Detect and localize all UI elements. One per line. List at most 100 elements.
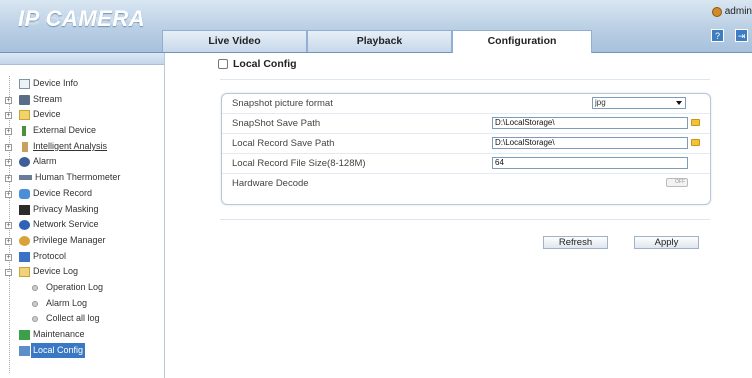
collapse-icon[interactable]: − [5, 269, 12, 277]
sidebar-item-label: Device Record [33, 187, 93, 198]
tab-live-video[interactable]: Live Video [162, 30, 307, 52]
field-label: SnapShot Save Path [232, 118, 321, 129]
sidebar-item-label: Local Config [31, 342, 86, 359]
sidebar-item-operation-log[interactable]: Operation Log [0, 280, 164, 296]
browse-folder-icon[interactable] [691, 139, 700, 146]
log-folder-icon [19, 267, 30, 278]
snapshot-path-input[interactable]: D:\LocalStorage\ [492, 117, 688, 129]
sidebar-item-label: Device Log [33, 266, 79, 277]
record-path-input[interactable]: D:\LocalStorage\ [492, 137, 688, 149]
sidebar-item-stream[interactable]: + Stream [0, 92, 164, 108]
config-tree: Device Info + Stream + Device + External… [0, 76, 164, 373]
sidebar-item-human-thermometer[interactable]: + Human Thermometer [0, 170, 164, 186]
help-icon[interactable]: ? [711, 29, 724, 42]
expand-icon[interactable]: + [5, 253, 12, 261]
sidebar-item-label: Device [33, 109, 61, 120]
sidebar-item-intelligent-analysis[interactable]: + Intelligent Analysis [0, 139, 164, 155]
sidebar-item-label: External Device [33, 125, 97, 136]
local-config-icon [19, 345, 30, 356]
snapshot-format-select[interactable]: jpg [592, 97, 686, 109]
row-snapshot-format: Snapshot picture format jpg [222, 94, 710, 114]
divider [220, 79, 710, 80]
expand-icon[interactable]: + [5, 222, 12, 230]
stream-icon [19, 94, 30, 105]
network-icon [19, 220, 30, 231]
sidebar-item-device-log[interactable]: − Device Log [0, 264, 164, 280]
folder-icon [19, 110, 30, 121]
users-icon [19, 235, 30, 246]
sidebar-item-label: Protocol [33, 250, 67, 261]
sidebar-item-privilege-manager[interactable]: + Privilege Manager [0, 233, 164, 249]
expand-icon[interactable]: + [5, 190, 12, 198]
expand-icon[interactable]: + [5, 237, 12, 245]
sidebar-item-alarm-log[interactable]: Alarm Log [0, 296, 164, 312]
chevron-down-icon [676, 101, 682, 105]
sidebar-item-label: Privilege Manager [33, 234, 106, 245]
user-menu[interactable]: admin [711, 6, 752, 17]
sidebar-item-label: Human Thermometer [35, 172, 121, 183]
alarm-icon [19, 157, 30, 168]
sidebar-item-maintenance[interactable]: Maintenance [0, 327, 164, 343]
sidebar-item-privacy-masking[interactable]: Privacy Masking [0, 202, 164, 218]
apply-button[interactable]: Apply [634, 236, 699, 249]
thermometer-icon [19, 175, 32, 181]
record-icon [19, 188, 30, 199]
field-label: Local Record File Size(8-128M) [232, 158, 366, 169]
logout-icon[interactable]: ⇥ [735, 29, 748, 42]
protocol-icon [19, 251, 30, 262]
sidebar-item-label: Device Info [33, 78, 79, 88]
sidebar-item-label: Alarm [33, 156, 57, 167]
logo-reflection: IP CAMERA [18, 14, 141, 28]
sidebar-item-device-record[interactable]: + Device Record [0, 186, 164, 202]
tab-playback[interactable]: Playback [307, 30, 452, 52]
info-icon [19, 79, 30, 89]
row-file-size: Local Record File Size(8-128M) 64 [222, 154, 710, 174]
bullet-icon [32, 300, 38, 307]
browse-folder-icon[interactable] [691, 119, 700, 126]
sidebar-item-label: Privacy Masking [33, 203, 99, 214]
file-size-input[interactable]: 64 [492, 157, 688, 169]
sidebar-item-collect-all-log[interactable]: Collect all log [0, 311, 164, 327]
page-title-text: Local Config [233, 58, 297, 70]
sidebar-item-label: Maintenance [33, 329, 85, 339]
sidebar: Device Info + Stream + Device + External… [0, 53, 165, 378]
sidebar-item-label: Network Service [33, 219, 99, 230]
sidebar-item-alarm[interactable]: + Alarm [0, 154, 164, 170]
main-tabs: Live Video Playback Configuration [162, 30, 592, 53]
expand-icon[interactable]: + [5, 143, 12, 151]
sidebar-item-external-device[interactable]: + External Device [0, 123, 164, 139]
refresh-button[interactable]: Refresh [543, 236, 608, 249]
tab-configuration[interactable]: Configuration [452, 30, 592, 53]
plug-icon [22, 126, 26, 137]
bullet-icon [32, 316, 38, 323]
maintenance-icon [19, 330, 30, 340]
row-snapshot-path: SnapShot Save Path D:\LocalStorage\ [222, 114, 710, 134]
sidebar-item-label: Stream [33, 93, 63, 104]
sidebar-item-network-service[interactable]: + Network Service [0, 217, 164, 233]
expand-icon[interactable]: + [5, 128, 12, 136]
field-label: Snapshot picture format [232, 98, 333, 109]
sidebar-item-device-info[interactable]: Device Info [0, 76, 164, 92]
sidebar-item-protocol[interactable]: + Protocol [0, 249, 164, 265]
main-content: Local Config Snapshot picture format jpg… [170, 53, 752, 378]
field-label: Hardware Decode [232, 178, 309, 189]
page-title: Local Config [218, 58, 297, 70]
expand-icon[interactable]: + [5, 159, 12, 167]
row-hardware-decode: Hardware Decode OFF [222, 174, 710, 193]
field-label: Local Record Save Path [232, 138, 335, 149]
expand-icon[interactable]: + [5, 112, 12, 120]
user-name: admin [724, 6, 752, 17]
config-panel: Snapshot picture format jpg SnapShot Sav… [221, 93, 711, 205]
expand-icon[interactable]: + [5, 96, 12, 104]
mask-icon [19, 204, 30, 215]
sidebar-item-device[interactable]: + Device [0, 107, 164, 123]
settings-icon [218, 59, 228, 69]
sidebar-item-label: Intelligent Analysis [33, 140, 108, 151]
sidebar-item-local-config[interactable]: Local Config [0, 342, 164, 359]
top-header: IP CAMERA IP CAMERA Live Video Playback … [0, 0, 752, 53]
divider [220, 219, 710, 220]
hardware-decode-toggle[interactable]: OFF [666, 178, 688, 187]
expand-icon[interactable]: + [5, 175, 12, 183]
analysis-icon [22, 141, 28, 152]
user-icon [711, 6, 722, 17]
